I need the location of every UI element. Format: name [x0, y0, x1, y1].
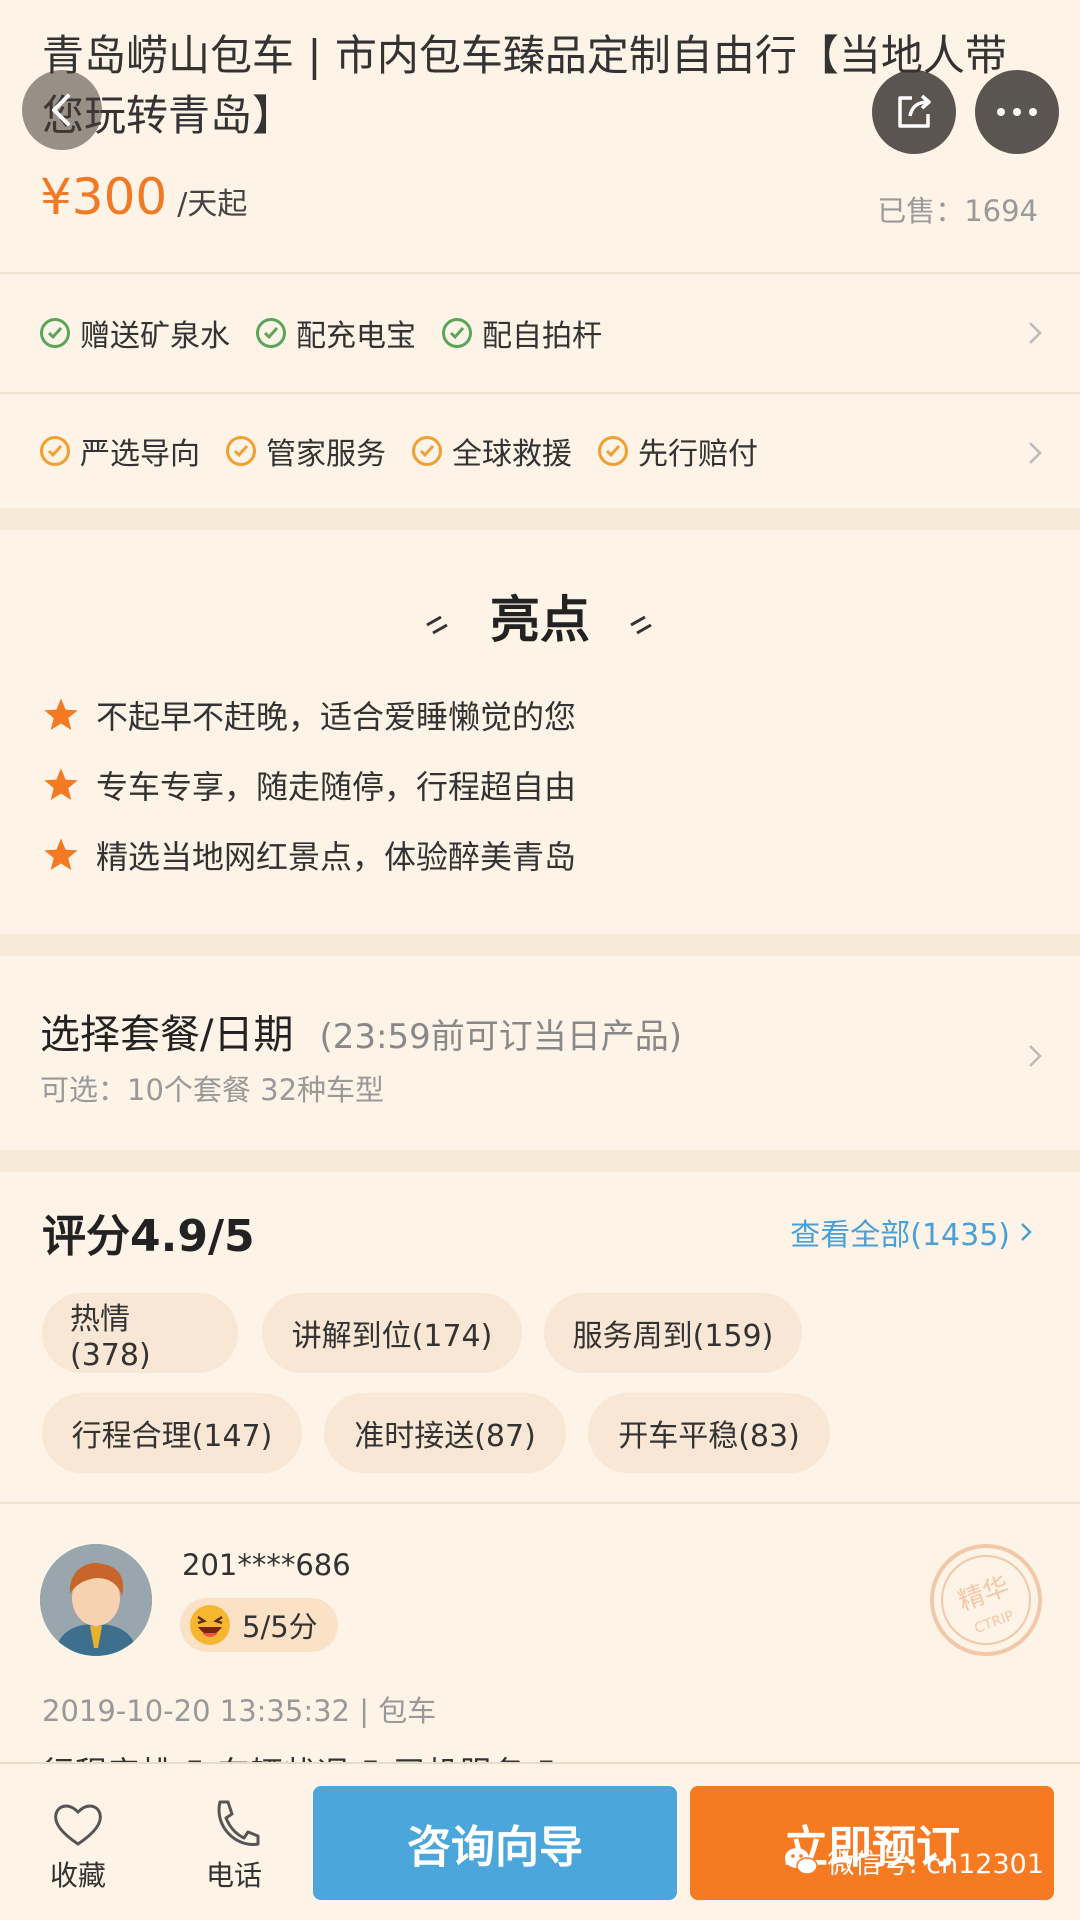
feature-label: 赠送矿泉水: [80, 319, 230, 354]
feature-item: 全球救援: [412, 429, 572, 473]
featured-stamp-icon: 精华 CTRIP: [930, 1544, 1042, 1656]
watermark-text: 微信号: cn12301: [827, 1849, 1044, 1880]
package-note: (23:59前可订当日产品): [319, 1017, 682, 1057]
feature-item: 管家服务: [226, 429, 386, 473]
highlight-text: 精选当地网红景点，体验醉美青岛: [96, 838, 577, 876]
check-icon: [598, 436, 628, 466]
decor-slash-icon: [630, 615, 653, 634]
package-options-summary: 可选：10个套餐 32种车型: [40, 1073, 385, 1107]
price-row: ¥300 /天起: [40, 168, 247, 238]
back-arrow-icon: [52, 94, 70, 126]
feature-item: 配自拍杆: [442, 311, 602, 355]
chevron-right-icon: [1021, 1223, 1032, 1241]
chevron-right-icon[interactable]: [1022, 320, 1048, 346]
view-all-reviews-link[interactable]: 查看全部(1435): [790, 1210, 1036, 1254]
rating-title: 评分4.9/5: [42, 1211, 255, 1262]
divider: [0, 392, 1080, 394]
divider: [0, 272, 1080, 274]
feature-label: 配自拍杆: [482, 319, 602, 354]
check-icon: [442, 318, 472, 348]
review-tag[interactable]: 开车平稳(83): [588, 1393, 830, 1473]
decor-slash-icon: [425, 615, 448, 634]
review-meta: 2019-10-20 13:35:32 | 包车: [42, 1694, 437, 1728]
review-tag[interactable]: 行程合理(147): [42, 1393, 302, 1473]
highlight-item: 不起早不赶晚，适合爱睡懒觉的您: [42, 692, 576, 738]
heart-icon: [54, 1804, 102, 1846]
stamp-sublabel: CTRIP: [972, 1608, 1016, 1637]
package-title: 选择套餐/日期: [40, 1012, 294, 1058]
chevron-right-icon[interactable]: [1022, 1043, 1048, 1069]
divider: [0, 1502, 1080, 1504]
check-icon: [40, 318, 70, 348]
consult-guide-button[interactable]: 咨询向导: [313, 1786, 677, 1900]
package-selector[interactable]: 选择套餐/日期 (23:59前可订当日产品): [40, 1002, 682, 1060]
highlight-item: 专车专享，随走随停，行程超自由: [42, 762, 576, 808]
star-icon: [44, 698, 78, 731]
favorite-button[interactable]: 收藏: [28, 1798, 128, 1894]
phone-icon: [217, 1800, 260, 1846]
check-icon: [40, 436, 70, 466]
user-avatar-icon: [40, 1544, 152, 1656]
feature-label: 管家服务: [266, 437, 386, 472]
view-all-label: 查看全部(1435): [790, 1218, 1010, 1253]
highlights-title: 亮点: [490, 591, 590, 649]
service-features-row[interactable]: 赠送矿泉水 配充电宝 配自拍杆: [40, 308, 628, 358]
check-icon: [256, 318, 286, 348]
laughing-emoji-icon: [190, 1605, 230, 1645]
share-icon: [898, 94, 931, 128]
feature-item: 配充电宝: [256, 311, 416, 355]
more-icon: [997, 108, 1037, 116]
highlight-text: 不起早不赶晚，适合爱睡懒觉的您: [96, 698, 577, 736]
avatar[interactable]: [40, 1544, 152, 1656]
highlight-text: 专车专享，随走随停，行程超自由: [96, 768, 577, 806]
favorite-label: 收藏: [49, 1859, 106, 1892]
price-unit: /天起: [177, 187, 248, 222]
bottom-action-bar: 收藏 电话 咨询向导 立即预订: [0, 1762, 1080, 1920]
review-tag[interactable]: 准时接送(87): [324, 1393, 566, 1473]
section-separator: [0, 508, 1080, 530]
wechat-icon: [785, 1847, 819, 1875]
feature-label: 先行赔付: [638, 437, 758, 472]
more-button[interactable]: [975, 70, 1059, 154]
review-tag[interactable]: 热情(378): [42, 1293, 238, 1373]
reviewer-name: 201****686: [182, 1548, 351, 1582]
star-icon: [44, 768, 78, 801]
sold-count: 已售：1694: [877, 194, 1038, 228]
price: ¥300: [40, 168, 168, 226]
chevron-right-icon[interactable]: [1022, 440, 1048, 466]
highlights-section-title: 亮点: [0, 580, 1080, 652]
section-separator: [0, 1150, 1080, 1172]
review-tag[interactable]: 服务周到(159): [544, 1293, 802, 1373]
guarantee-features-row[interactable]: 严选导向 管家服务 全球救援 先行赔付: [40, 426, 784, 476]
review-tag[interactable]: 讲解到位(174): [262, 1293, 522, 1373]
feature-item: 先行赔付: [598, 429, 758, 473]
feature-item: 严选导向: [40, 429, 200, 473]
phone-button[interactable]: 电话: [184, 1798, 284, 1894]
section-separator: [0, 934, 1080, 956]
highlight-item: 精选当地网红景点，体验醉美青岛: [42, 832, 576, 878]
watermark: 微信号: cn12301: [783, 1842, 1044, 1881]
feature-label: 全球救援: [452, 437, 572, 472]
review-score-badge: 5/5分: [180, 1598, 338, 1652]
star-icon: [44, 838, 78, 871]
feature-label: 配充电宝: [296, 319, 416, 354]
review-score: 5/5分: [242, 1610, 318, 1644]
product-detail-page: 青岛崂山包车 | 市内包车臻品定制自由行【当地人带您玩转青岛】 ¥300 /天起…: [0, 0, 1080, 1920]
back-button[interactable]: [22, 70, 102, 150]
feature-item: 赠送矿泉水: [40, 311, 230, 355]
feature-label: 严选导向: [80, 437, 200, 472]
check-icon: [412, 436, 442, 466]
phone-label: 电话: [205, 1859, 262, 1892]
check-icon: [226, 436, 256, 466]
share-button[interactable]: [872, 70, 956, 154]
